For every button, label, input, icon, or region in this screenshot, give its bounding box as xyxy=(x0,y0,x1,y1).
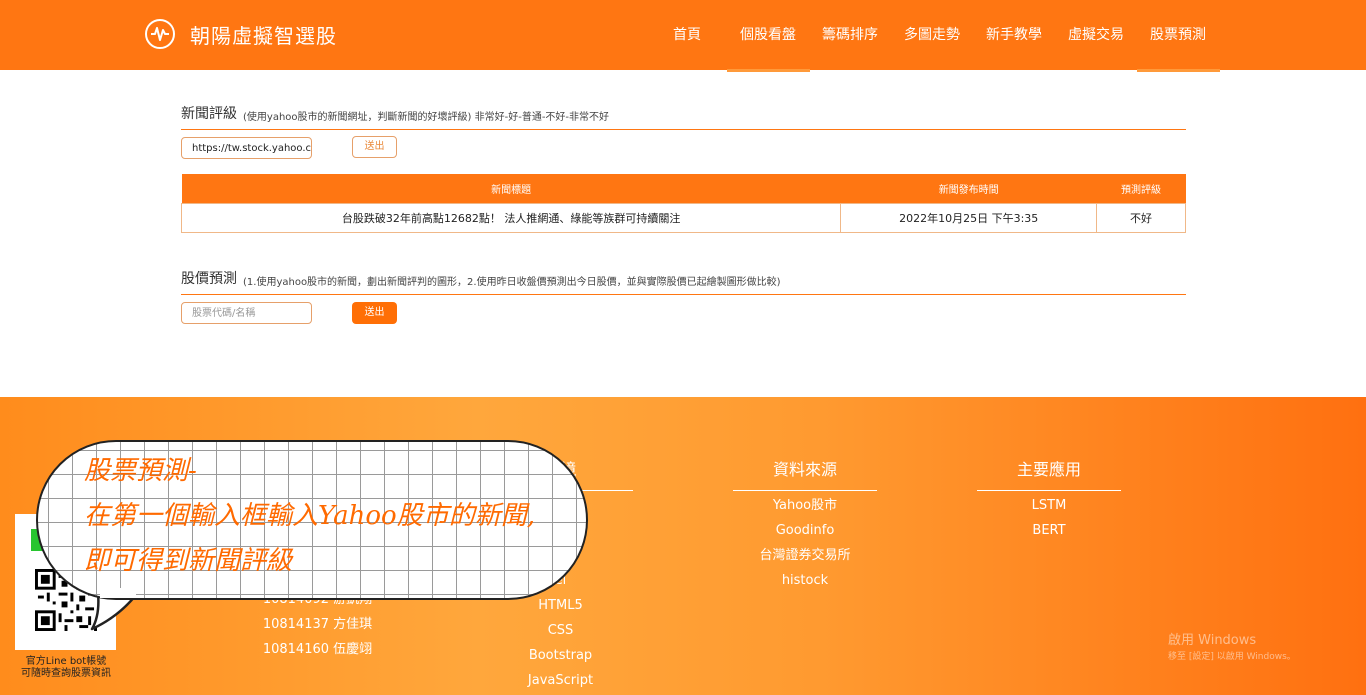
footer-link[interactable]: histock xyxy=(733,568,877,593)
nav-active-indicator xyxy=(1137,69,1220,72)
nav-stock-view[interactable]: 個股看盤 xyxy=(740,24,796,44)
main-nav: 首頁 個股看盤 籌碼排序 多圖走勢 新手教學 虛擬交易 股票預測 xyxy=(0,0,1366,70)
column-header: 預測評級 xyxy=(1096,174,1186,203)
news-time-cell: 2022年10月25日 下午3:35 xyxy=(840,202,1098,233)
footer-item: CSS xyxy=(547,623,574,638)
bubble-line: 股票預測- xyxy=(84,456,197,486)
news-rating-table: 新聞標題 新聞發布時間 預測評級 台股跌破32年前高點12682點！ 法人推網通… xyxy=(180,174,1186,233)
stock-code-input[interactable] xyxy=(181,302,312,324)
footer-heading: 資料來源 xyxy=(733,456,877,491)
bubble-annotation: 股票預測- 在第一個輸入框輸入Yahoo股市的新聞, 即可得到新聞評級 xyxy=(84,449,535,584)
caption-line: 官方Line bot帳號 xyxy=(25,656,107,667)
table-header-row: 新聞標題 新聞發布時間 預測評級 xyxy=(181,174,1186,203)
footer-link[interactable]: Yahoo股市 xyxy=(733,493,877,518)
line-bot-caption: 官方Line bot帳號 可隨時查詢股票資訊 xyxy=(0,656,132,680)
bubble-line: 在第一個輸入框輸入Yahoo股市的新聞, xyxy=(84,501,535,531)
news-title-cell: 台股跌破32年前高點12682點！ 法人推網通、綠能等族群可持續關注 xyxy=(180,202,842,233)
nav-home[interactable]: 首頁 xyxy=(673,24,701,44)
nav-multi-chart[interactable]: 多圖走勢 xyxy=(904,24,960,44)
prediction-submit-button[interactable]: 送出 xyxy=(352,302,397,324)
member-item: 10814160 伍慶翊 xyxy=(262,642,373,657)
footer-link[interactable]: 台灣證券交易所 xyxy=(733,543,877,568)
footer-link[interactable]: Goodinfo xyxy=(733,518,877,543)
section-title: 股價預測 xyxy=(181,271,237,287)
news-submit-button[interactable]: 送出 xyxy=(352,136,397,158)
footer-heading: 主要應用 xyxy=(977,456,1121,491)
price-prediction-heading: 股價預測 (1.使用yahoo股市的新聞，劃出新聞評判的圖形，2.使用昨日收盤價… xyxy=(181,268,1186,295)
column-header: 新聞發布時間 xyxy=(840,174,1097,203)
news-rating-heading: 新聞評級 (使用yahoo股市的新聞網址，判斷新聞的好壞評級) 非常好-好-普通… xyxy=(181,103,1186,130)
nav-virtual-trading[interactable]: 虛擬交易 xyxy=(1068,24,1124,44)
section-description: (使用yahoo股市的新聞網址，判斷新聞的好壞評級) 非常好-好-普通-不好-非… xyxy=(243,112,610,123)
top-navbar: 朝陽虛擬智選股 首頁 個股看盤 籌碼排序 多圖走勢 新手教學 虛擬交易 股票預測 xyxy=(0,0,1366,70)
nav-stock-prediction[interactable]: 股票預測 xyxy=(1150,24,1206,44)
footer-item: JavaScript xyxy=(527,673,594,688)
footer-item: BERT xyxy=(1032,523,1066,538)
footer-item: LSTM xyxy=(1031,498,1067,513)
nav-chip-ranking[interactable]: 籌碼排序 xyxy=(822,24,878,44)
watermark-line: 移至 [設定] 以啟用 Windows。 xyxy=(1168,652,1296,662)
bubble-line: 即可得到新聞評級 xyxy=(84,546,293,576)
bubble-tail-cover xyxy=(100,588,136,598)
nav-active-indicator xyxy=(727,69,810,72)
news-rating-cell: 不好 xyxy=(1096,202,1186,233)
footer-item: Bootstrap xyxy=(528,648,593,663)
nav-tutorial[interactable]: 新手教學 xyxy=(986,24,1042,44)
table-row: 台股跌破32年前高點12682點！ 法人推網通、綠能等族群可持續關注 2022年… xyxy=(180,202,1186,233)
section-title: 新聞評級 xyxy=(181,106,237,122)
column-header: 新聞標題 xyxy=(181,174,841,203)
windows-activation-watermark: 啟用 Windows 移至 [設定] 以啟用 Windows。 xyxy=(1168,629,1296,662)
footer-column-data-sources: 資料來源 Yahoo股市 Goodinfo 台灣證券交易所 histock xyxy=(733,456,877,593)
watermark-line: 啟用 Windows xyxy=(1168,633,1257,648)
section-description: (1.使用yahoo股市的新聞，劃出新聞評判的圖形，2.使用昨日收盤價預測出今日… xyxy=(243,277,781,288)
caption-line: 可隨時查詢股票資訊 xyxy=(21,668,111,679)
member-item: 10814137 方佳琪 xyxy=(262,617,373,632)
footer-column-applications: 主要應用 LSTM BERT xyxy=(977,456,1121,543)
news-url-input[interactable] xyxy=(181,137,312,159)
